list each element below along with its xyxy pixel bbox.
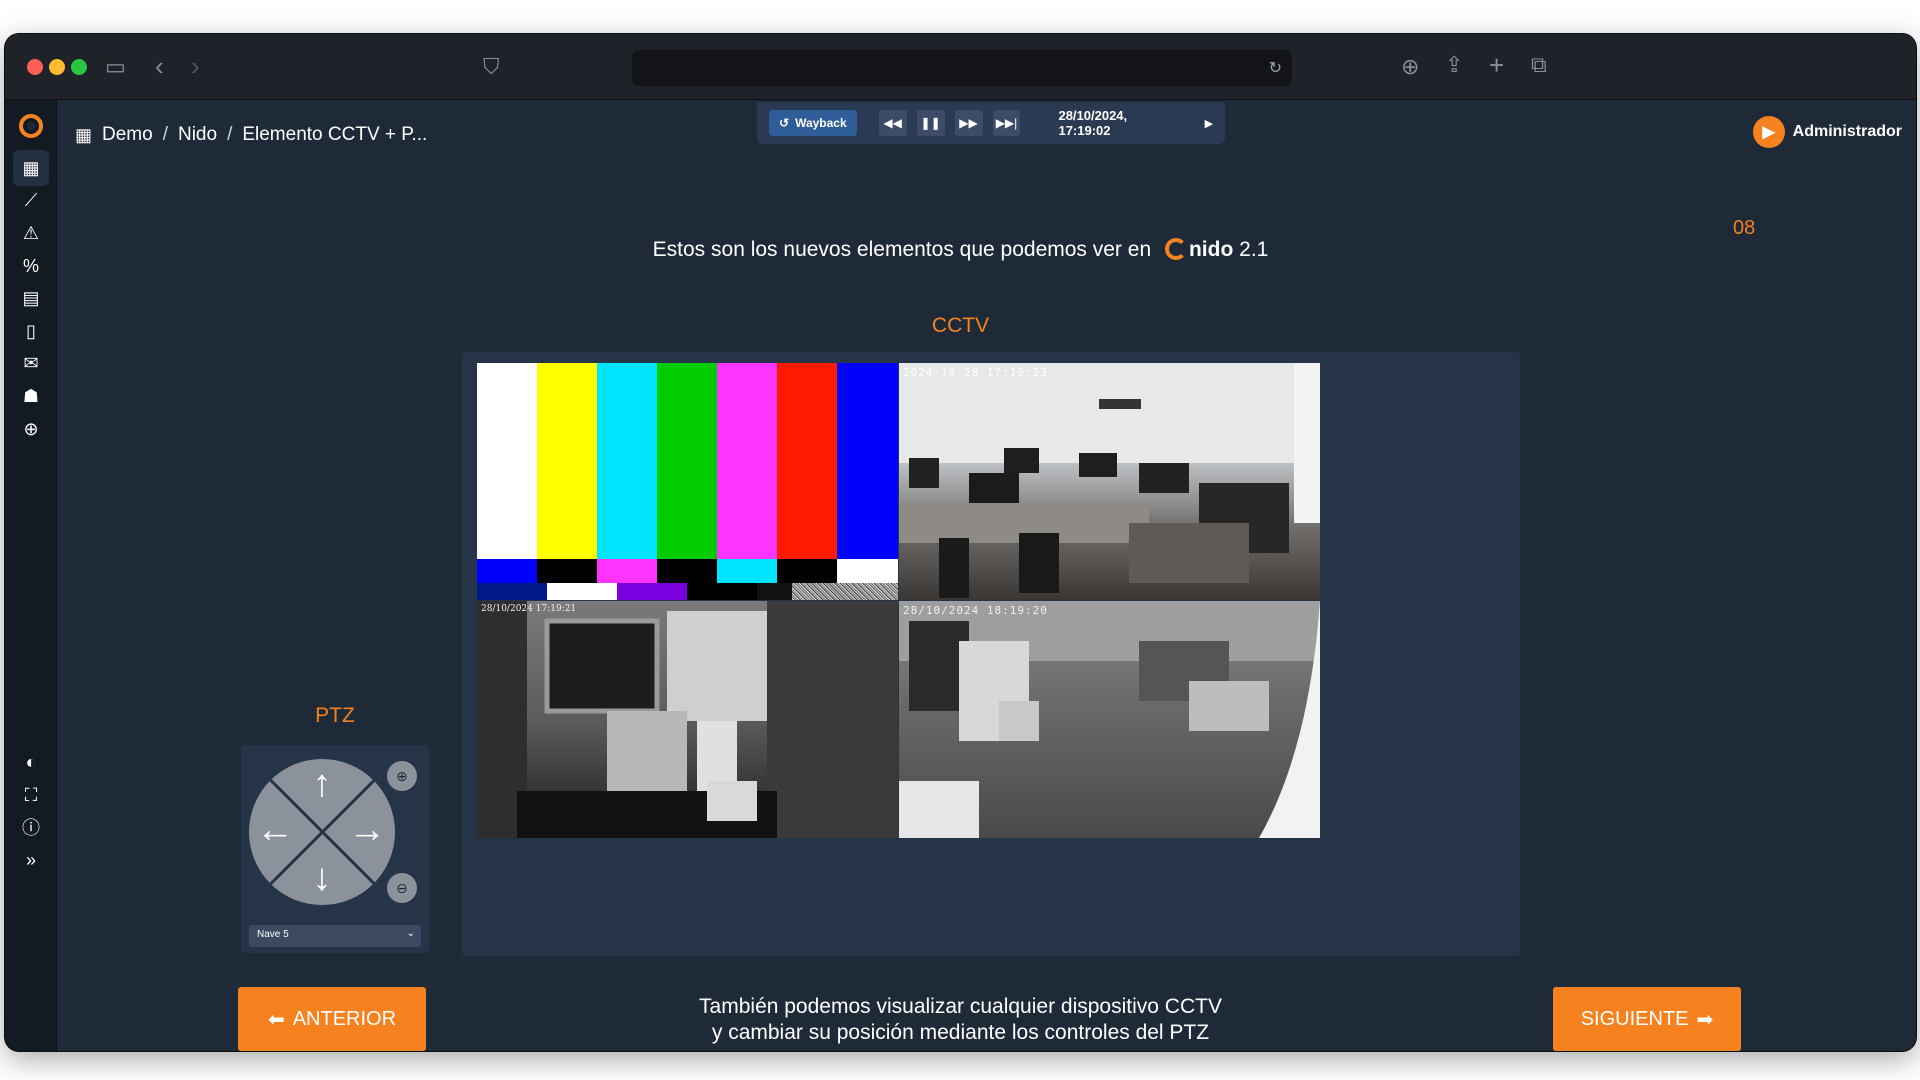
cctv-title: CCTV bbox=[931, 314, 990, 337]
theme-icon[interactable]: ◐ bbox=[13, 744, 49, 780]
report-chart-icon[interactable]: ▤ bbox=[13, 280, 49, 316]
cctv-grid: 2024-10-28 17:19:23 28/10/2024 17:19:21 bbox=[462, 352, 1520, 956]
arrow-right-icon[interactable]: → bbox=[347, 811, 387, 849]
fast-forward-button[interactable]: ▶▶ bbox=[954, 110, 983, 136]
close-window-button[interactable] bbox=[27, 59, 43, 75]
next-button[interactable]: SIGUIENTE ➡ bbox=[1553, 987, 1741, 1051]
zoom-in-icon[interactable]: ⊕ bbox=[387, 761, 417, 791]
chevron-down-icon: ⌄ bbox=[406, 928, 415, 939]
arrow-left-icon[interactable]: ← bbox=[255, 811, 295, 849]
comment-icon[interactable]: ✉ bbox=[13, 345, 49, 381]
dashboard-icon[interactable]: ▦ bbox=[13, 150, 49, 186]
sidebar-toggle-icon[interactable]: ▭ bbox=[105, 56, 126, 78]
ptz-control-panel: ↑ ↓ ← → ⊕ ⊖ Nave 5 ⌄ bbox=[241, 745, 429, 953]
wayback-button[interactable]: ↺ Wayback bbox=[769, 110, 857, 136]
ptz-direction-pad[interactable]: ↑ ↓ ← → bbox=[249, 759, 395, 905]
zoom-out-icon[interactable]: ⊖ bbox=[387, 873, 417, 903]
dashboard-icon: ▦ bbox=[75, 124, 93, 145]
rewind-button[interactable]: ◀◀ bbox=[878, 110, 907, 136]
ptz-title: PTZ bbox=[315, 704, 355, 727]
expand-sidebar-icon[interactable]: » bbox=[13, 842, 49, 878]
maximize-window-button[interactable] bbox=[71, 59, 87, 75]
headline: Estos son los nuevos elementos que podem… bbox=[5, 238, 1916, 262]
share-icon[interactable]: ⇪ bbox=[1445, 54, 1463, 76]
camera-feed-office[interactable]: 2024-10-28 17:19:23 bbox=[899, 363, 1320, 600]
playback-toolbar: ↺ Wayback ◀◀ ❚❚ ▶▶ ▶▶| 28/10/2024, 17:19… bbox=[757, 102, 1225, 144]
tab-overview-icon[interactable]: ⧉ bbox=[1531, 54, 1547, 76]
brand-version: 2.1 bbox=[1239, 238, 1269, 261]
breadcrumb-separator: / bbox=[227, 124, 233, 145]
headline-text: Estos son los nuevos elementos que podem… bbox=[652, 238, 1152, 261]
shield-icon[interactable]: ⛉ bbox=[483, 56, 500, 78]
history-icon: ↺ bbox=[779, 116, 790, 130]
downloads-icon[interactable]: ⊕ bbox=[1401, 56, 1419, 78]
nido-logo-icon bbox=[1164, 238, 1187, 260]
next-label: SIGUIENTE bbox=[1580, 1007, 1689, 1030]
brand-name: nido bbox=[1188, 238, 1234, 261]
breadcrumb-item-current: Elemento CCTV + P... bbox=[242, 124, 428, 145]
ptz-device-selected: Nave 5 bbox=[257, 929, 289, 940]
browser-window: ▭ ‹ › ⛉ ↻ ⊕ ⇪ + ⧉ ▦ ⟋ ⚠ % ▤ ▯ ✉ ☗ ⊕ ◐ ⛶ … bbox=[5, 34, 1916, 1051]
pause-icon: ❚❚ bbox=[920, 116, 941, 130]
fullscreen-icon[interactable]: ⛶ bbox=[13, 777, 49, 813]
skip-end-button[interactable]: ▶▶| bbox=[992, 110, 1021, 136]
playback-datetime[interactable]: 28/10/2024, 17:19:02 bbox=[1058, 108, 1182, 138]
globe-icon[interactable]: ⊕ bbox=[13, 411, 49, 447]
camera-feed-test-pattern[interactable] bbox=[477, 363, 898, 600]
info-icon[interactable]: ⓘ bbox=[13, 809, 49, 845]
breadcrumb-item-demo[interactable]: Demo bbox=[102, 124, 153, 146]
breadcrumb-item-nido[interactable]: Nido bbox=[178, 124, 217, 146]
slide-number: 08 bbox=[1733, 217, 1756, 239]
back-icon[interactable]: ‹ bbox=[155, 53, 164, 79]
chart-line-icon[interactable]: ⟋ bbox=[13, 182, 49, 218]
camera-timestamp: 28/10/2024 17:19:21 bbox=[481, 604, 577, 614]
forward-icon[interactable]: › bbox=[191, 53, 200, 79]
ptz-device-select[interactable]: Nave 5 ⌄ bbox=[249, 925, 421, 947]
address-bar[interactable]: ↻ bbox=[632, 50, 1292, 86]
breadcrumb: ▦ Demo / Nido / Elemento CCTV + P... bbox=[75, 120, 427, 150]
user-menu[interactable]: ▶ Administrador bbox=[1752, 116, 1902, 148]
wayback-label: Wayback bbox=[795, 116, 847, 130]
camera-timestamp: 28/10/2024 18:19:20 bbox=[903, 604, 1048, 617]
users-icon[interactable]: ☗ bbox=[13, 378, 49, 414]
user-avatar-icon: ▶ bbox=[1752, 116, 1785, 148]
fast-forward-icon: ▶▶ bbox=[959, 116, 978, 130]
rewind-icon: ◀◀ bbox=[883, 116, 902, 130]
play-icon[interactable]: ▶ bbox=[1205, 117, 1213, 130]
app-logo-icon[interactable] bbox=[13, 108, 49, 144]
arrow-up-icon[interactable]: ↑ bbox=[302, 765, 342, 803]
camera-timestamp: 2024-10-28 17:19:23 bbox=[903, 366, 1048, 379]
user-name: Administrador bbox=[1792, 123, 1902, 140]
pause-button[interactable]: ❚❚ bbox=[916, 110, 945, 136]
arrow-right-icon: ➡ bbox=[1696, 1008, 1714, 1031]
breadcrumb-separator: / bbox=[162, 124, 168, 145]
camera-feed-warehouse[interactable]: 28/10/2024 17:19:21 bbox=[477, 601, 898, 838]
browser-toolbar: ▭ ‹ › ⛉ ↻ ⊕ ⇪ + ⧉ bbox=[5, 34, 1916, 100]
new-tab-icon[interactable]: + bbox=[1489, 52, 1504, 78]
arrow-down-icon[interactable]: ↓ bbox=[302, 859, 342, 897]
minimize-window-button[interactable] bbox=[49, 59, 65, 75]
skip-end-icon: ▶▶| bbox=[995, 116, 1018, 130]
reload-icon[interactable]: ↻ bbox=[1269, 58, 1282, 78]
camera-feed-warehouse-fisheye[interactable]: 28/10/2024 18:19:20 bbox=[899, 601, 1320, 838]
